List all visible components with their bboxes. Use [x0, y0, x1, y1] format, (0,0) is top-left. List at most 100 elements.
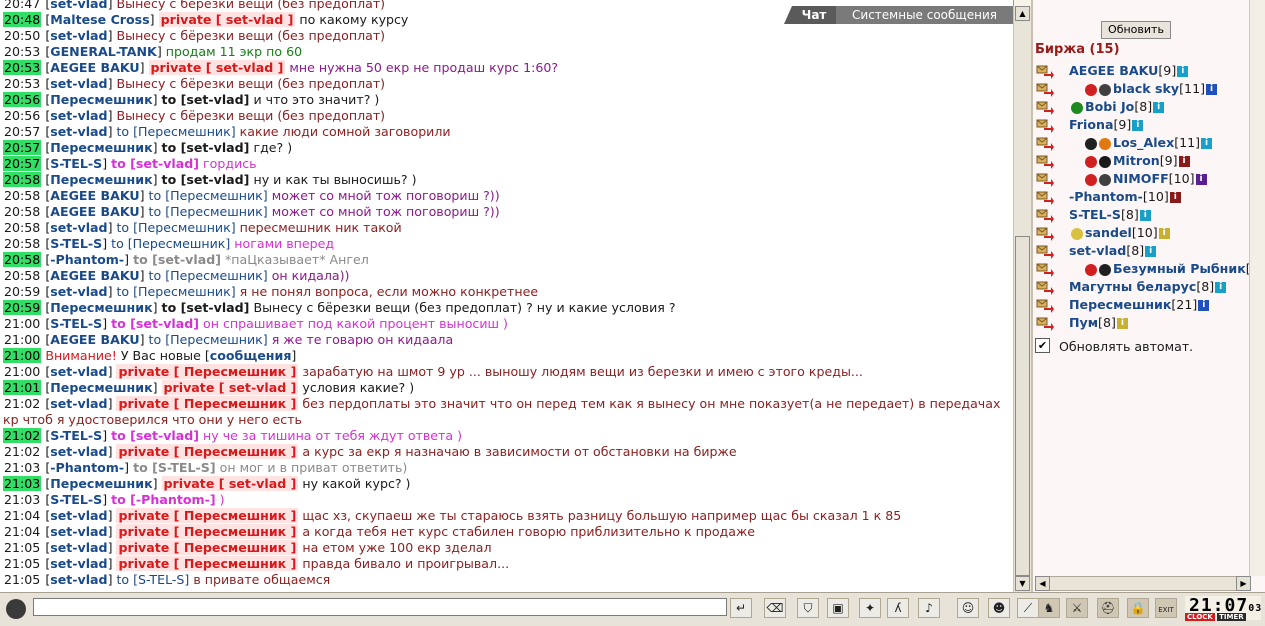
message-nick[interactable]: S-TEL-S — [50, 236, 102, 251]
send-icon[interactable]: ↵ — [730, 598, 752, 618]
message-nick[interactable]: set-vlad — [50, 76, 107, 91]
message-input[interactable] — [33, 598, 727, 616]
scroll-left-icon[interactable]: ◀ — [1035, 576, 1050, 591]
message-recipient[interactable]: private [ Пересмешник ] — [116, 444, 298, 459]
message-nick[interactable]: set-vlad — [50, 284, 107, 299]
tab-chat[interactable]: Чат — [792, 6, 836, 24]
user-row[interactable]: -Phantom-[10]i — [1033, 188, 1265, 206]
message-nick[interactable]: set-vlad — [50, 28, 107, 43]
scroll-right-icon[interactable]: ▶ — [1236, 576, 1251, 591]
emotes-icon[interactable]: ☻ — [988, 598, 1010, 618]
chat-scrollbar[interactable]: ▲ ▼ — [1013, 6, 1031, 592]
user-info-icon[interactable]: i — [1140, 210, 1151, 221]
scroll-down-icon[interactable]: ▼ — [1015, 576, 1030, 591]
message-nick[interactable]: Пересмешник — [50, 140, 152, 155]
private-message-icon[interactable] — [1036, 117, 1054, 133]
user-row[interactable]: set-vlad[8]i — [1033, 242, 1265, 260]
message-recipient[interactable]: to [Пересмешник] — [111, 236, 230, 251]
user-name[interactable]: Пум — [1069, 315, 1098, 330]
user-row[interactable]: Пум[8]i — [1033, 314, 1265, 332]
message-nick[interactable]: set-vlad — [50, 220, 107, 235]
message-recipient[interactable]: private [ set-vlad ] — [159, 12, 296, 27]
message-nick[interactable]: set-vlad — [50, 572, 107, 587]
menu-icon[interactable] — [6, 599, 26, 619]
message-nick[interactable]: Пересмешник — [50, 476, 152, 491]
message-nick[interactable]: set-vlad — [50, 444, 107, 459]
user-name[interactable]: Пересмешник — [1069, 297, 1171, 312]
user-name[interactable]: Магутны беларус — [1069, 279, 1196, 294]
message-recipient[interactable]: to [set-vlad] — [111, 428, 199, 443]
message-nick[interactable]: set-vlad — [50, 396, 107, 411]
message-nick[interactable]: S-TEL-S — [50, 428, 102, 443]
message-nick[interactable]: set-vlad — [50, 508, 107, 523]
message-nick[interactable]: set-vlad — [50, 124, 107, 139]
message-nick[interactable]: Пересмешник — [50, 172, 152, 187]
user-info-icon[interactable]: i — [1159, 228, 1170, 239]
user-name[interactable]: S-TEL-S — [1069, 207, 1121, 222]
user-info-icon[interactable]: i — [1198, 300, 1209, 311]
private-message-icon[interactable] — [1036, 99, 1054, 115]
user-row[interactable]: Friona[9]i — [1033, 116, 1265, 134]
user-row[interactable]: Los_Alex[11]i — [1033, 134, 1265, 152]
message-recipient[interactable]: private [ set-vlad ] — [149, 60, 286, 75]
scroll-thumb[interactable] — [1015, 236, 1030, 576]
message-recipient[interactable]: private [ Пересмешник ] — [116, 524, 298, 539]
message-nick[interactable]: set-vlad — [50, 0, 107, 11]
private-message-icon[interactable] — [1036, 81, 1054, 97]
translit-icon[interactable]: ʎ — [887, 598, 909, 618]
message-nick[interactable]: Пересмешник — [50, 300, 152, 315]
user-name[interactable]: Mitron — [1113, 153, 1160, 168]
message-recipient[interactable]: private [ Пересмешник ] — [116, 364, 298, 379]
message-nick[interactable]: set-vlad — [50, 364, 107, 379]
eraser-icon[interactable]: ⌫ — [764, 598, 786, 618]
message-recipient[interactable]: to [Пересмешник] — [149, 204, 268, 219]
private-message-icon[interactable] — [1036, 189, 1054, 205]
message-recipient[interactable]: to [set-vlad] — [162, 300, 250, 315]
message-recipient[interactable]: to [Пересмешник] — [149, 332, 268, 347]
arrow-icon[interactable]: ⟋ — [1017, 598, 1039, 618]
private-message-icon[interactable] — [1036, 171, 1054, 187]
smiley-icon[interactable]: ☺ — [957, 598, 979, 618]
message-nick[interactable]: Пересмешник — [50, 380, 152, 395]
filter-icon[interactable]: ⛉ — [797, 598, 819, 618]
user-info-icon[interactable]: i — [1179, 156, 1190, 167]
user-name[interactable]: sandel — [1085, 225, 1132, 240]
message-recipient[interactable]: to [Пересмешник] — [116, 284, 235, 299]
message-recipient[interactable]: to [set-vlad] — [162, 92, 250, 107]
message-nick[interactable]: Maltese Cross — [50, 12, 149, 27]
run-icon[interactable]: ✦ — [859, 598, 881, 618]
music-icon[interactable]: ♪ — [918, 598, 940, 618]
user-info-icon[interactable]: i — [1201, 138, 1212, 149]
save-icon[interactable]: ▣ — [827, 598, 849, 618]
user-row[interactable]: Магутны беларус[8]i — [1033, 278, 1265, 296]
user-info-icon[interactable]: i — [1132, 120, 1143, 131]
private-message-icon[interactable] — [1036, 279, 1054, 295]
user-name[interactable]: AEGEE BAKU — [1069, 63, 1158, 78]
user-name[interactable]: Безумный Рыбник — [1113, 261, 1246, 276]
message-nick[interactable]: set-vlad — [50, 524, 107, 539]
message-nick[interactable]: S-TEL-S — [50, 492, 102, 507]
message-nick[interactable]: AEGEE BAKU — [50, 60, 139, 75]
user-name[interactable]: Friona — [1069, 117, 1113, 132]
exit-icon[interactable]: EXIT — [1155, 598, 1177, 618]
user-row[interactable]: Mitron[9]i — [1033, 152, 1265, 170]
message-nick[interactable]: set-vlad — [50, 556, 107, 571]
message-recipient[interactable]: private [ set-vlad ] — [162, 476, 299, 491]
message-nick[interactable]: set-vlad — [50, 540, 107, 555]
user-name[interactable]: NIMOFF — [1113, 171, 1169, 186]
private-message-icon[interactable] — [1036, 135, 1054, 151]
user-info-icon[interactable]: i — [1206, 84, 1217, 95]
private-message-icon[interactable] — [1036, 261, 1054, 277]
user-info-icon[interactable]: i — [1177, 66, 1188, 77]
message-recipient[interactable]: to [S-TEL-S] — [133, 460, 216, 475]
user-name[interactable]: -Phantom- — [1069, 189, 1143, 204]
refresh-button[interactable]: Обновить — [1101, 21, 1171, 39]
sword-icon[interactable]: ⚔ — [1066, 598, 1088, 618]
message-nick[interactable]: AEGEE BAKU — [50, 204, 139, 219]
message-recipient[interactable]: to [Пересмешник] — [149, 268, 268, 283]
message-recipient[interactable]: private [ set-vlad ] — [162, 380, 299, 395]
message-recipient[interactable]: to [Пересмешник] — [116, 220, 235, 235]
message-nick[interactable]: AEGEE BAKU — [50, 332, 139, 347]
message-recipient[interactable]: to [set-vlad] — [162, 140, 250, 155]
message-nick[interactable]: S-TEL-S — [50, 156, 102, 171]
